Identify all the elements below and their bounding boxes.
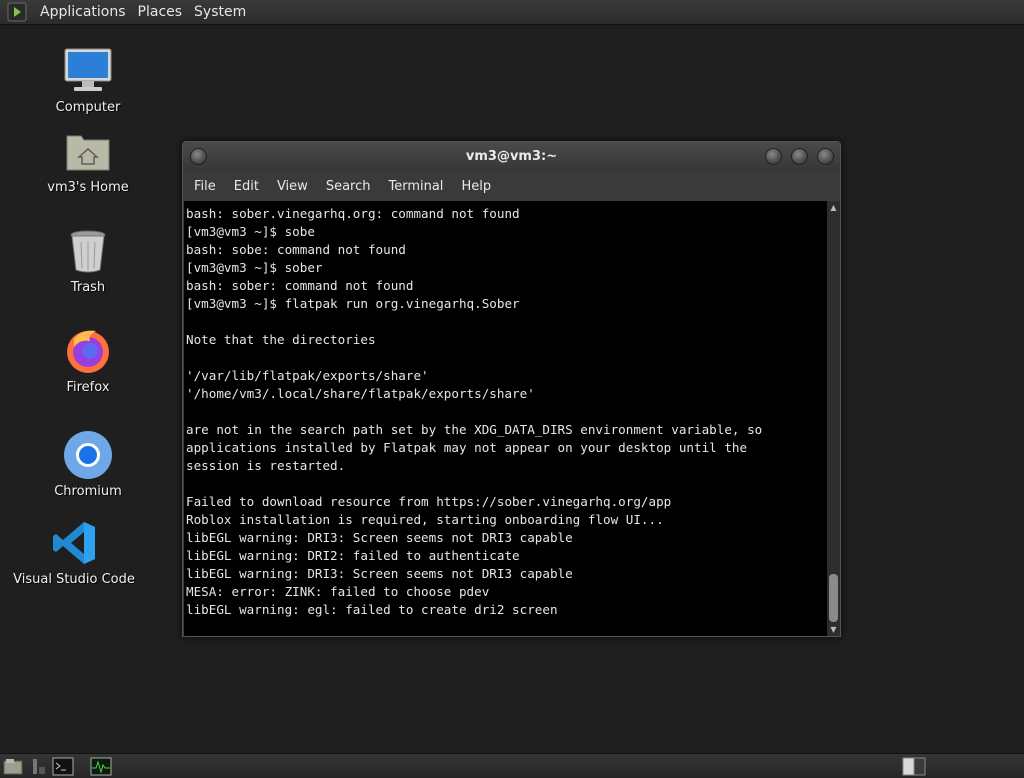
system-menu[interactable]: System <box>188 0 252 25</box>
places-menu[interactable]: Places <box>132 0 189 25</box>
desktop-icon-vscode[interactable]: Visual Studio Code <box>13 516 135 587</box>
terminal-line: Note that the directories <box>186 332 376 347</box>
desktop-icon-computer[interactable]: Computer <box>48 44 128 115</box>
top-panel: Applications Places System <box>0 0 1024 25</box>
terminal-launcher-icon[interactable] <box>52 757 74 776</box>
menu-view[interactable]: View <box>268 179 317 194</box>
terminal-line: session is restarted. <box>186 458 346 473</box>
terminal-text: bash: sober.vinegarhq.org: command not f… <box>184 201 827 619</box>
desktop-icon-label: Trash <box>70 280 106 295</box>
workspace-switcher-icon[interactable] <box>902 757 926 776</box>
scroll-down-icon[interactable]: ▼ <box>829 625 838 634</box>
desktop-icon-trash[interactable]: Trash <box>48 224 128 295</box>
terminal-line: MESA: error: ZINK: failed to choose pdev <box>186 584 490 599</box>
terminal-line: [vm3@vm3 ~]$ sobe <box>186 224 315 239</box>
firefox-icon <box>61 324 115 378</box>
terminal-line: bash: sobe: command not found <box>186 242 406 257</box>
terminal-line: bash: sober: command not found <box>186 278 414 293</box>
scrollbar-thumb[interactable] <box>829 574 838 622</box>
window-titlebar[interactable]: vm3@vm3:~ <box>183 142 840 172</box>
separator-handle-icon <box>33 759 45 774</box>
terminal-line: bash: sober.vinegarhq.org: command not f… <box>186 206 520 221</box>
chromium-icon <box>61 428 115 482</box>
terminal-line: '/home/vm3/.local/share/flatpak/exports/… <box>186 386 535 401</box>
terminal-line: [vm3@vm3 ~]$ sober <box>186 260 323 275</box>
maximize-button[interactable] <box>791 148 808 165</box>
terminal-line: [vm3@vm3 ~]$ flatpak run org.vinegarhq.S… <box>186 296 520 311</box>
menu-search[interactable]: Search <box>317 179 380 194</box>
system-monitor-icon[interactable] <box>90 757 112 776</box>
desktop-icon-label: Firefox <box>66 380 110 395</box>
desktop-icon-chromium[interactable]: Chromium <box>38 428 138 499</box>
desktop-icon-firefox[interactable]: Firefox <box>48 324 128 395</box>
show-desktop-icon[interactable] <box>3 757 23 776</box>
terminal-line: '/var/lib/flatpak/exports/share' <box>186 368 429 383</box>
menu-terminal[interactable]: Terminal <box>379 179 452 194</box>
terminal-line: applications installed by Flatpak may no… <box>186 440 748 455</box>
terminal-line: Failed to download resource from https:/… <box>186 494 672 509</box>
trash-icon <box>61 224 115 278</box>
desktop-icon-home[interactable]: vm3's Home <box>47 124 129 195</box>
terminal-line: libEGL warning: egl: failed to create dr… <box>186 602 558 617</box>
desktop-icon-label: Chromium <box>54 484 122 499</box>
computer-icon <box>61 44 115 98</box>
menu-file[interactable]: File <box>185 179 225 194</box>
terminal-scrollbar[interactable]: ▲ ▼ <box>827 201 840 636</box>
terminal-line: are not in the search path set by the XD… <box>186 422 763 437</box>
desktop-icon-label: vm3's Home <box>47 180 129 195</box>
terminal-window: vm3@vm3:~ File Edit View Search Terminal… <box>182 141 841 637</box>
terminal-line: Roblox installation is required, startin… <box>186 512 664 527</box>
applications-menu-icon[interactable] <box>6 2 28 22</box>
desktop-icon-label: Computer <box>55 100 121 115</box>
terminal-menubar: File Edit View Search Terminal Help <box>183 172 840 200</box>
home-folder-icon <box>61 124 115 178</box>
applications-menu[interactable]: Applications <box>34 0 132 25</box>
desktop-icon-label: Visual Studio Code <box>13 572 135 587</box>
menu-help[interactable]: Help <box>452 179 500 194</box>
window-title: vm3@vm3:~ <box>465 149 558 164</box>
terminal-line: libEGL warning: DRI3: Screen seems not D… <box>186 530 573 545</box>
bottom-panel <box>0 753 1024 778</box>
terminal-output[interactable]: bash: sober.vinegarhq.org: command not f… <box>184 201 827 636</box>
scroll-up-icon[interactable]: ▲ <box>829 203 838 212</box>
terminal-line: libEGL warning: DRI2: failed to authenti… <box>186 548 520 563</box>
terminal-line: libEGL warning: DRI3: Screen seems not D… <box>186 566 573 581</box>
close-button[interactable] <box>817 148 834 165</box>
minimize-button[interactable] <box>765 148 782 165</box>
vscode-icon <box>47 516 101 570</box>
menu-edit[interactable]: Edit <box>225 179 268 194</box>
